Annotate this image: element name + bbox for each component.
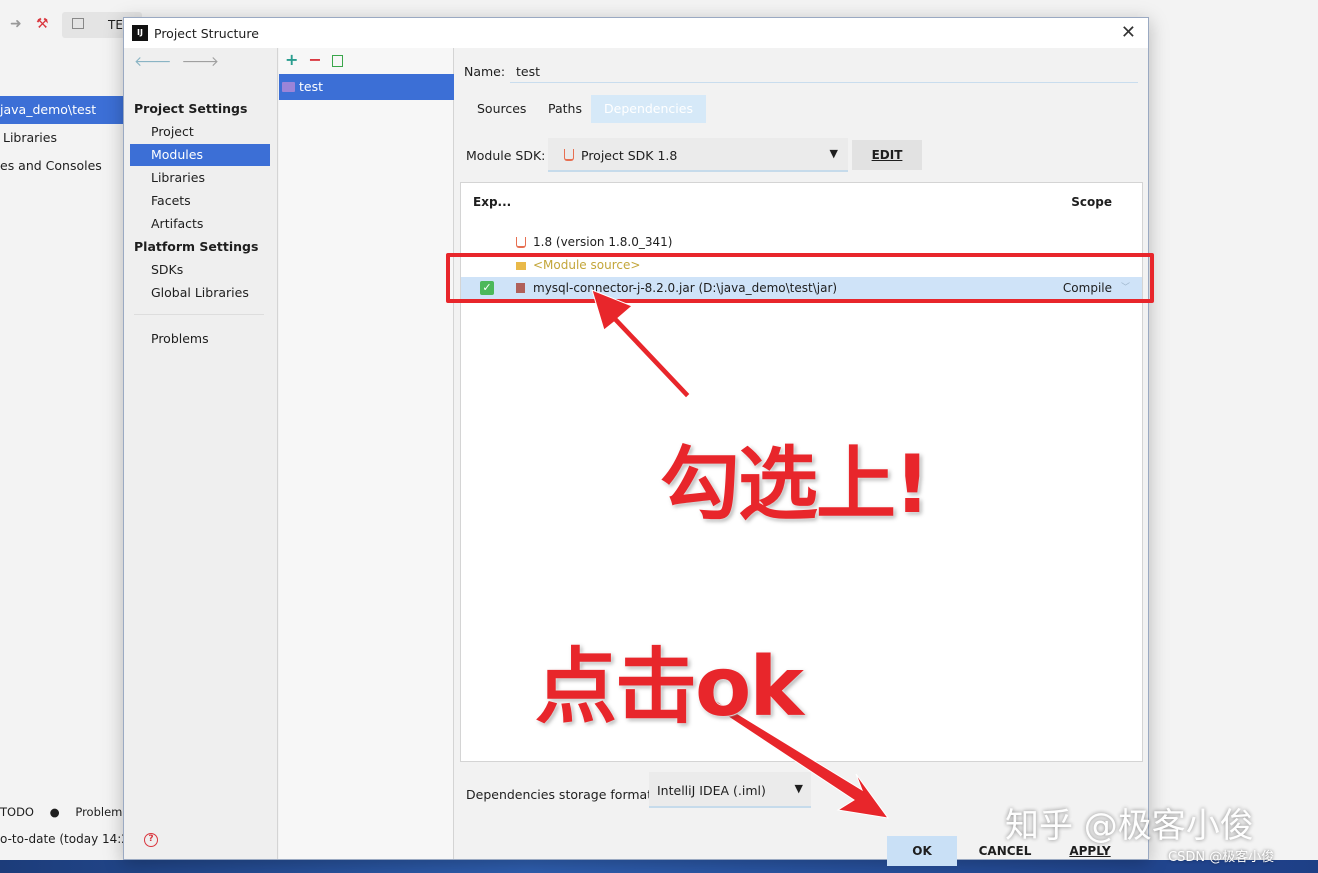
export-column-header[interactable]: Exp...: [473, 195, 511, 209]
module-sdk-dropdown[interactable]: Project SDK 1.8 ▼: [548, 138, 848, 172]
forward-arrow-icon[interactable]: 🡒: [182, 54, 220, 70]
tree-item[interactable]: es and Consoles: [0, 152, 124, 180]
problems-tab-label: Problems: [75, 805, 129, 819]
csdn-watermark: CSDN @极客小俊: [1168, 850, 1275, 865]
module-sdk-value: Project SDK 1.8: [581, 148, 678, 163]
dialog-title: Project Structure: [154, 26, 259, 41]
remove-icon[interactable]: −: [308, 50, 321, 69]
help-icon[interactable]: ?: [144, 833, 158, 847]
tab-sources[interactable]: Sources: [477, 95, 526, 123]
modules-toolbar: + −: [285, 50, 353, 69]
storage-format-dropdown[interactable]: IntelliJ IDEA (.iml) ▼: [649, 772, 811, 808]
tab-paths[interactable]: Paths: [548, 95, 582, 123]
dependency-name: 1.8 (version 1.8.0_341): [533, 235, 673, 249]
tab-dependencies[interactable]: Dependencies: [591, 95, 706, 123]
settings-nav: 🡐 🡒 Project Settings Project Modules Libr…: [124, 48, 278, 859]
arrow-right-icon[interactable]: ➜: [10, 16, 22, 32]
nav-divider: [134, 314, 264, 315]
name-field[interactable]: test: [516, 64, 540, 79]
nav-item-global-libraries[interactable]: Global Libraries: [130, 282, 270, 304]
annotation-click-ok-text: 点击ok: [534, 639, 805, 736]
nav-item-sdks[interactable]: SDKs: [130, 259, 270, 281]
scope-column-header[interactable]: Scope: [1071, 195, 1112, 209]
modules-panel: + − test: [279, 48, 454, 859]
java-sdk-icon: [516, 237, 526, 248]
chevron-down-icon: ▼: [794, 782, 803, 795]
module-folder-icon: [282, 82, 295, 92]
annotation-check-text: 勾选上!: [659, 437, 931, 532]
nav-item-artifacts[interactable]: Artifacts: [130, 213, 270, 235]
back-arrow-icon[interactable]: 🡐: [134, 54, 172, 70]
problems-icon: ●: [49, 805, 60, 819]
tree-item[interactable]: Libraries: [0, 124, 124, 152]
chevron-down-icon: ▼: [829, 147, 838, 160]
java-sdk-icon: [564, 149, 574, 161]
module-item-test[interactable]: test: [279, 74, 454, 100]
intellij-logo-icon: IJ: [132, 25, 148, 41]
todo-tab[interactable]: TODO: [0, 805, 34, 819]
window-icon: [72, 18, 84, 29]
copy-icon[interactable]: [331, 55, 343, 67]
nav-item-problems[interactable]: Problems: [130, 328, 270, 350]
name-label: Name:: [464, 64, 506, 79]
project-tree: java_demo\test Libraries es and Consoles: [0, 96, 124, 180]
table-row[interactable]: 1.8 (version 1.8.0_341): [461, 231, 1142, 253]
storage-format-label: Dependencies storage format:: [466, 787, 657, 802]
build-hammer-icon[interactable]: ⚒: [36, 16, 49, 32]
nav-item-libraries[interactable]: Libraries: [130, 167, 270, 189]
highlight-box: [446, 253, 1154, 303]
storage-format-value: IntelliJ IDEA (.iml): [657, 783, 766, 798]
module-item-label: test: [299, 79, 324, 94]
ok-button[interactable]: OK: [887, 836, 957, 866]
run-config-label: TE: [108, 18, 123, 32]
nav-item-facets[interactable]: Facets: [130, 190, 270, 212]
close-icon[interactable]: ✕: [1121, 22, 1136, 43]
project-settings-header: Project Settings: [134, 101, 248, 116]
zhihu-watermark: 知乎 @极客小俊: [1005, 806, 1254, 846]
nav-arrows: 🡐 🡒: [134, 53, 229, 70]
add-icon[interactable]: +: [285, 50, 298, 69]
nav-item-project[interactable]: Project: [130, 121, 270, 143]
tree-item[interactable]: java_demo\test: [0, 96, 124, 124]
dialog-titlebar: IJ Project Structure ✕: [124, 18, 1148, 48]
module-sdk-label: Module SDK:: [466, 148, 546, 163]
status-bar-text: o-to-date (today 14:26: [0, 832, 124, 846]
name-field-underline: [510, 82, 1138, 83]
nav-item-modules[interactable]: Modules: [130, 144, 270, 166]
platform-settings-header: Platform Settings: [134, 239, 259, 254]
edit-sdk-button[interactable]: EDIT: [852, 140, 922, 170]
